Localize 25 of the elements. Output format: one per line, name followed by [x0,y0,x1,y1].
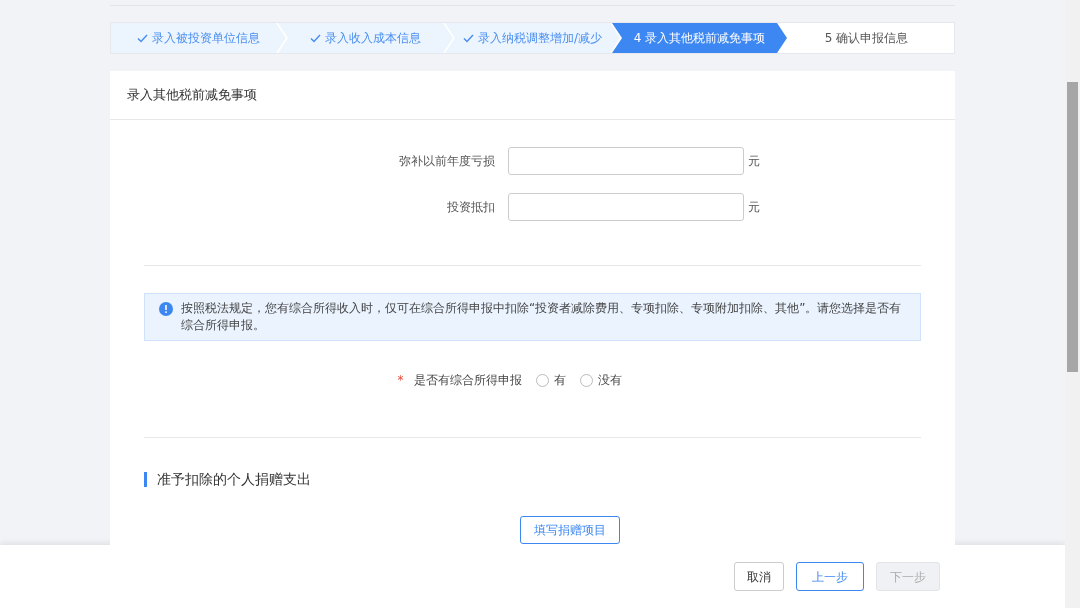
check-icon [310,33,321,43]
field-label: 弥补以前年度亏损 [398,153,496,170]
check-icon [462,33,474,43]
input-field[interactable] [508,193,744,221]
footer-button[interactable]: 取消 [734,562,784,591]
required-mark: * [397,372,404,389]
notice-text: 按照税法规定，您有综合所得收入时，仅可在综合所得申报中扣除“投资者减除费用、专项扣除、专项附加扣除、其他”。请您选择是否有综合所得申报。 [181,300,903,334]
step-tab[interactable]: 录入纳税调整增加/减少 [445,23,620,53]
section-title: 准予扣除的个人捐赠支出 [144,472,955,487]
footer-button[interactable]: 上一步 [796,562,864,591]
radio-option[interactable]: 有 [535,371,566,389]
input-field[interactable] [508,147,744,175]
card-title: 录入其他税前减免事项 [110,71,955,120]
check-icon [137,33,148,43]
scrollbar-thumb[interactable] [1067,82,1078,372]
question-label: 是否有综合所得申报 [413,372,522,389]
info-icon [159,302,173,316]
unit-label: 元 [748,153,760,170]
step-tab[interactable]: 录入被投资单位信息 [111,23,286,53]
add-donation-button[interactable]: 填写捐赠项目 [520,516,620,544]
radio-option[interactable]: 没有 [579,371,622,389]
field-label: 投资抵扣 [446,199,496,216]
step-tab[interactable]: 4 录入其他税前减免事项 [612,23,787,53]
step-tab[interactable]: 录入收入成本信息 [278,23,453,53]
unit-label: 元 [748,199,760,216]
